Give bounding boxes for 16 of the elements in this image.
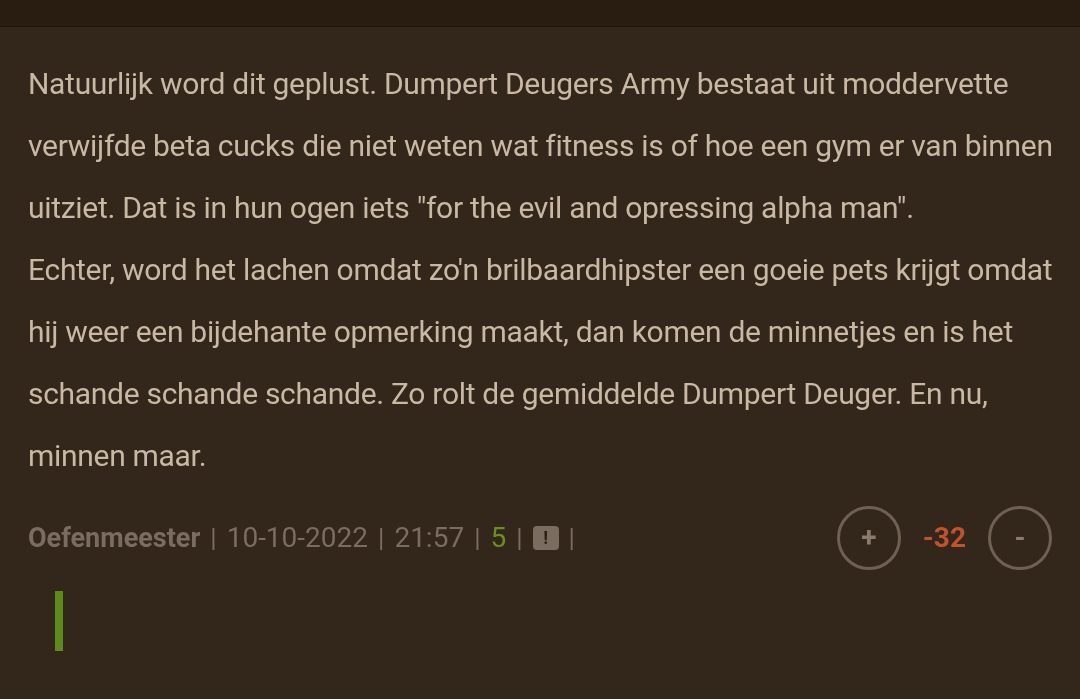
comment-text: Natuurlijk word dit geplust. Dumpert Deugers Army bestaat uit moddervette verwijfde beta cucks die niet weten wat fitness is of hoe een gym er van binnen uitziet. Dat is in hun ogen iets "for the evil and opressing alpha man". bbox=[28, 65, 1054, 227]
quote-bar bbox=[55, 591, 63, 651]
separator: | bbox=[378, 521, 385, 555]
reply-count[interactable]: 5 bbox=[490, 517, 507, 559]
comment-text: Echter, word het lachen omdat zo'n brilbaardhipster een goeie pets krijgt omdat hij weer een bijdehante opmerking maakt, dan komen de minnetjes en is het schande schande schande. Zo rolt de gemiddelde Dumpert Deuger. En nu, minnen maar. bbox=[28, 251, 1054, 475]
separator: | bbox=[474, 521, 481, 555]
author-name[interactable]: Oefenmeester bbox=[28, 517, 201, 559]
downvote-button[interactable]: - bbox=[988, 506, 1052, 570]
separator: | bbox=[210, 521, 217, 555]
separator: | bbox=[516, 521, 523, 555]
comment-date: 10-10-2022 bbox=[226, 520, 369, 556]
upvote-button[interactable]: + bbox=[836, 506, 901, 570]
report-button[interactable]: ! bbox=[532, 526, 559, 550]
vote-score: -32 bbox=[922, 520, 966, 556]
comment-time: 21:57 bbox=[394, 520, 465, 556]
separator: | bbox=[568, 521, 575, 555]
